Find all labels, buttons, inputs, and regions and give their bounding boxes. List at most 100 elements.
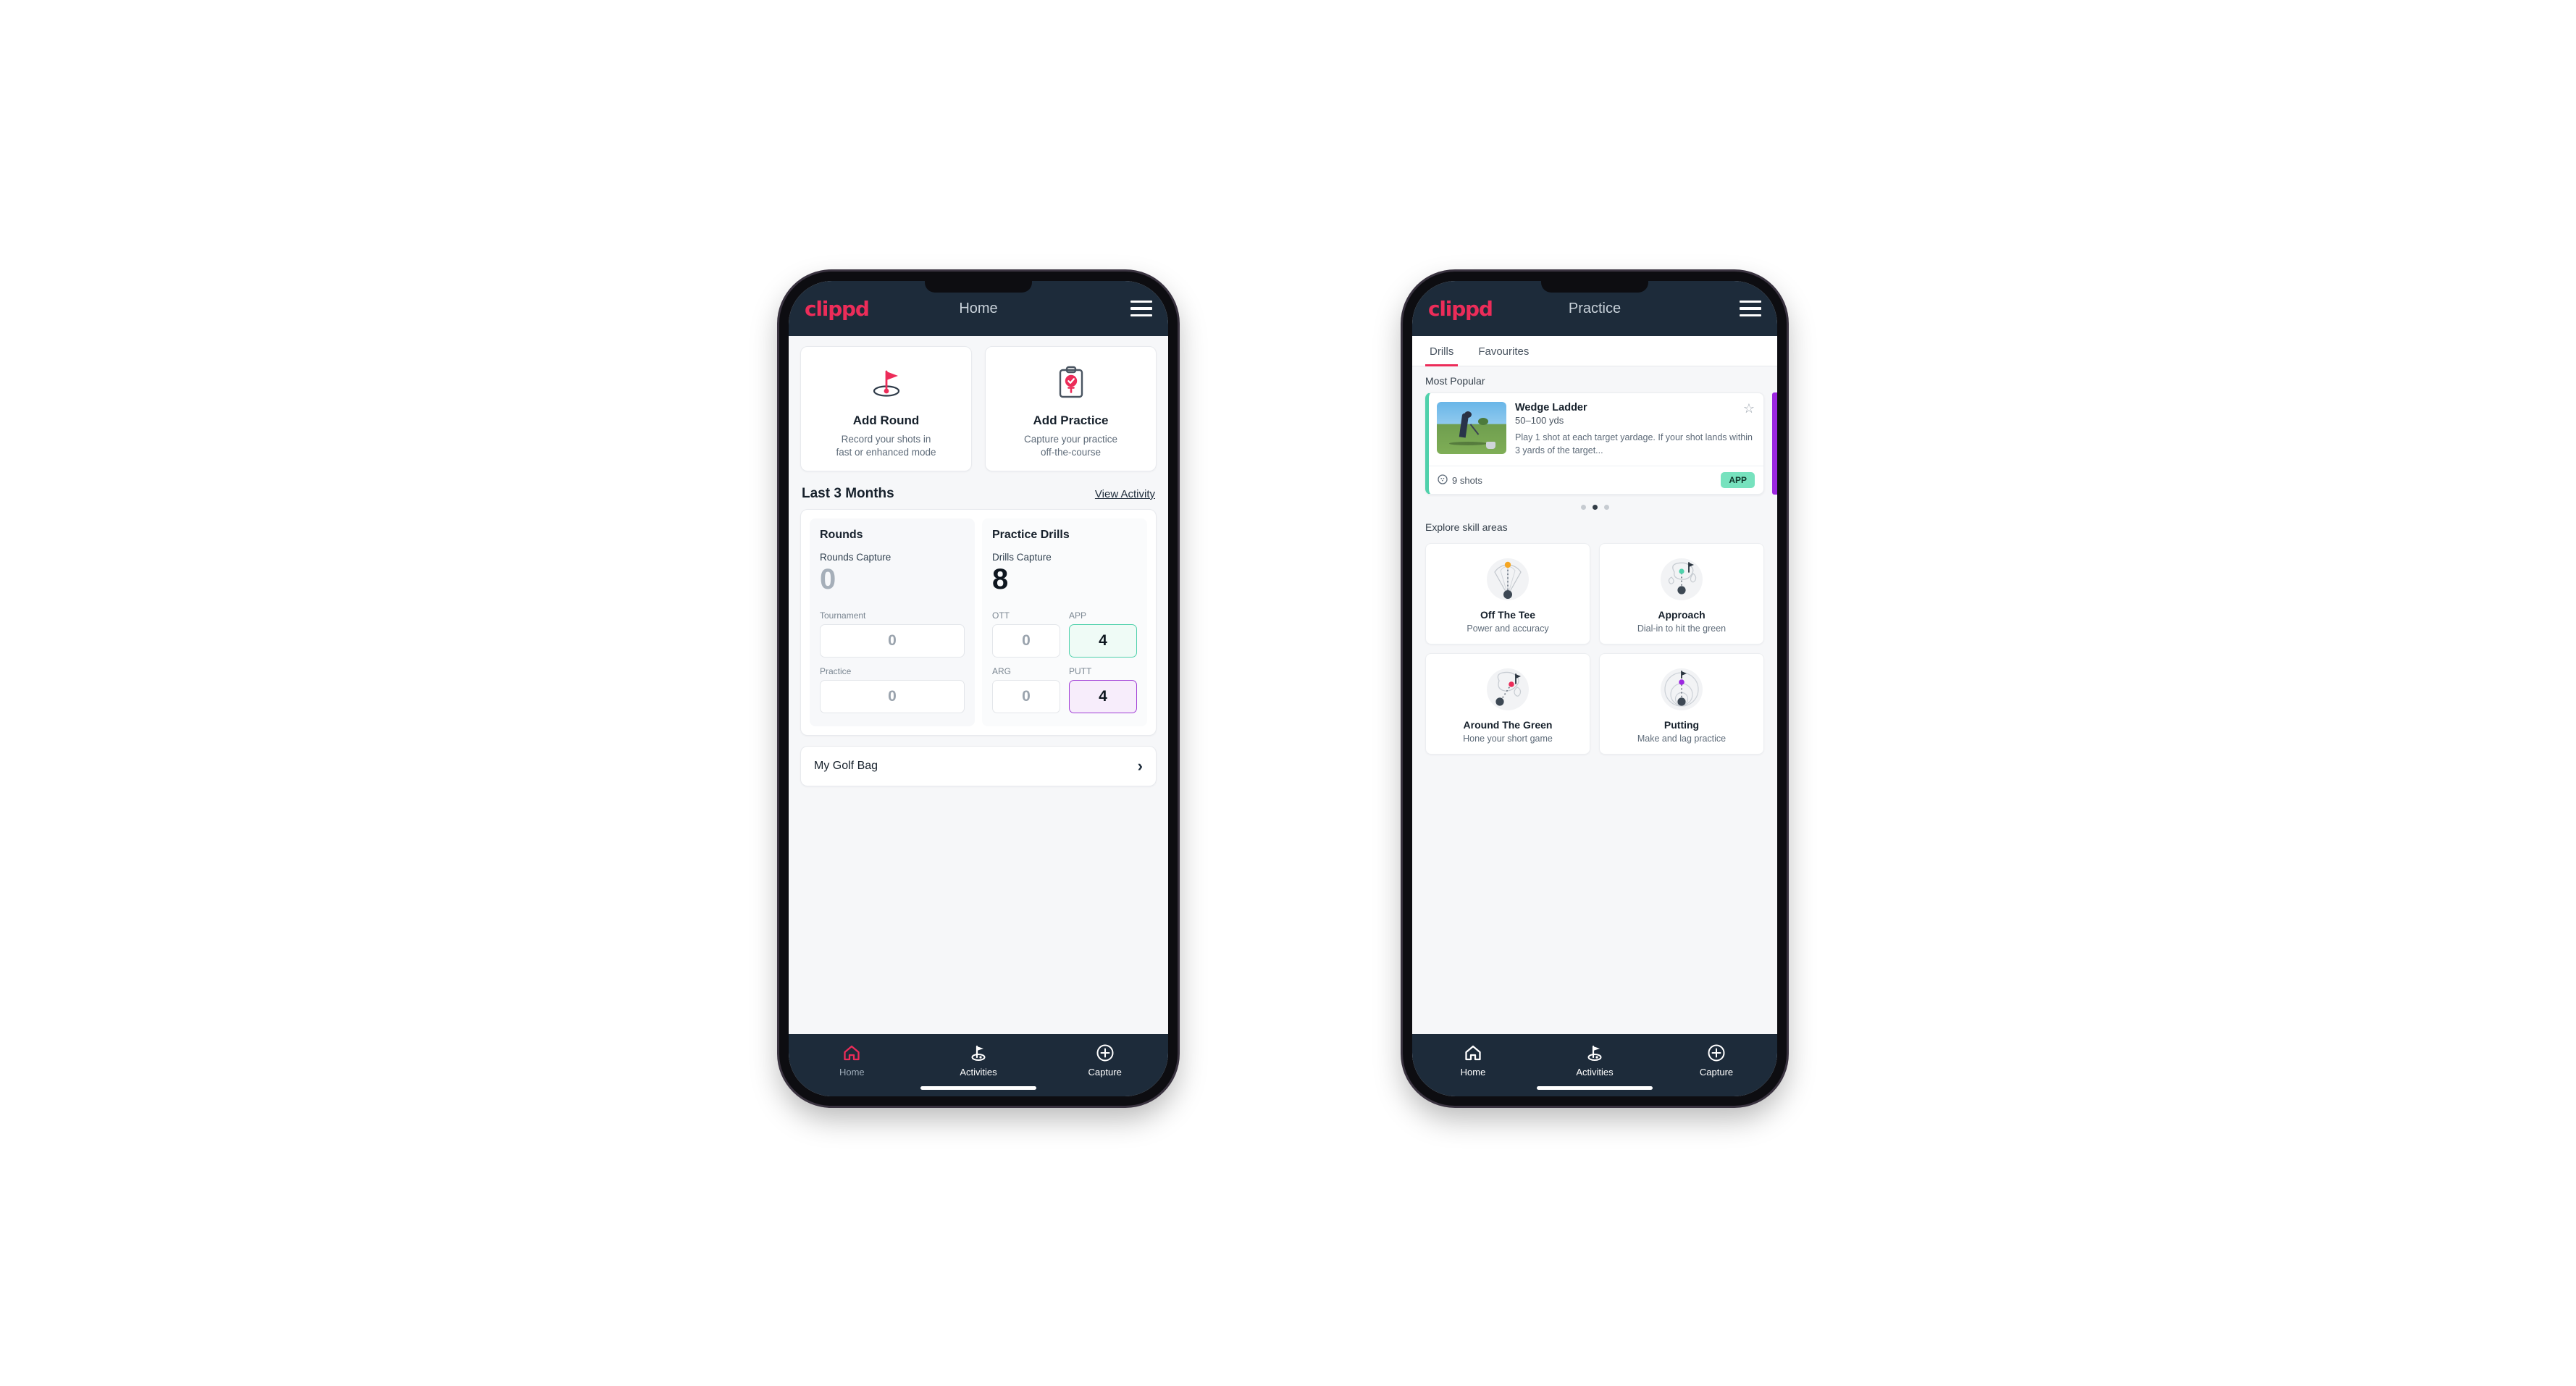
section-title: Last 3 Months bbox=[802, 486, 894, 502]
arg-value[interactable]: 0 bbox=[992, 680, 1060, 714]
hamburger-icon[interactable] bbox=[1130, 300, 1152, 317]
arg-field: ARG 0 bbox=[992, 666, 1060, 714]
drill-carousel[interactable]: Wedge Ladder 50–100 yds ☆ Play 1 shot at… bbox=[1412, 392, 1777, 495]
drill-yardage: 50–100 yds bbox=[1515, 415, 1564, 426]
ott-value[interactable]: 0 bbox=[992, 624, 1060, 658]
phone2-screen: clippd Practice Drills Favourites Most P… bbox=[1412, 281, 1777, 1096]
skill-title-approach: Approach bbox=[1658, 609, 1706, 621]
tournament-label: Tournament bbox=[820, 610, 866, 621]
tab-favourites[interactable]: Favourites bbox=[1474, 336, 1533, 366]
hamburger-icon[interactable] bbox=[1740, 300, 1761, 317]
explore-skill-areas-label: Explore skill areas bbox=[1425, 521, 1508, 534]
phone1-content: Add Round Record your shots in fast or e… bbox=[789, 336, 1168, 1034]
skill-card-off-the-tee[interactable]: Off The Tee Power and accuracy bbox=[1425, 543, 1590, 645]
nav-item-activities[interactable]: Activities bbox=[1534, 1043, 1656, 1078]
drill-shots: 9 shots bbox=[1438, 474, 1482, 487]
phone2-content: Most Popular Wedge Ladder 50–100 yds ☆ P… bbox=[1412, 366, 1777, 1034]
green-approach-icon bbox=[1606, 553, 1758, 606]
my-golf-bag-row[interactable]: My Golf Bag › bbox=[800, 746, 1157, 787]
chevron-right-icon: › bbox=[1137, 757, 1143, 776]
add-practice-title: Add Practice bbox=[1033, 413, 1109, 427]
drill-meta: Wedge Ladder 50–100 yds ☆ Play 1 shot at… bbox=[1515, 402, 1755, 457]
device-notch bbox=[1541, 281, 1648, 293]
home-icon bbox=[789, 1043, 915, 1063]
home-icon bbox=[1412, 1043, 1534, 1063]
skill-card-putting[interactable]: Putting Make and lag practice bbox=[1599, 653, 1764, 755]
skill-sub-off-the-tee: Power and accuracy bbox=[1467, 623, 1549, 634]
carousel-dots bbox=[1412, 495, 1777, 513]
drill-name: Wedge Ladder bbox=[1515, 402, 1587, 413]
nav-item-home[interactable]: Home bbox=[789, 1043, 915, 1078]
carousel-dot-3[interactable] bbox=[1603, 505, 1609, 511]
home-indicator bbox=[920, 1086, 1036, 1090]
nav-item-activities[interactable]: Activities bbox=[915, 1043, 1042, 1078]
carousel-dot-2[interactable] bbox=[1592, 505, 1598, 511]
putting-rings-icon bbox=[1606, 663, 1758, 716]
skill-card-around-the-green[interactable]: Around The Green Hone your short game bbox=[1425, 653, 1590, 755]
phone-device-practice: clippd Practice Drills Favourites Most P… bbox=[1403, 272, 1787, 1106]
phone1-bottom-nav: Home Activities Capture bbox=[789, 1034, 1168, 1096]
practice-value[interactable]: 0 bbox=[820, 680, 965, 714]
skill-sub-approach: Dial-in to hit the green bbox=[1637, 623, 1727, 634]
plus-circle-icon bbox=[1041, 1043, 1168, 1063]
view-activity-link[interactable]: View Activity bbox=[1095, 488, 1155, 500]
golf-flag-icon bbox=[1534, 1043, 1656, 1063]
drills-capture-label: Drills Capture bbox=[992, 552, 1052, 563]
drills-row-2: ARG 0 PUTT 4 bbox=[992, 666, 1137, 714]
golf-ball-icon bbox=[1438, 474, 1448, 487]
skill-sub-around-the-green: Hone your short game bbox=[1463, 734, 1553, 744]
rounds-title: Rounds bbox=[820, 529, 863, 542]
add-practice-subtitle-2: off-the-course bbox=[1040, 447, 1102, 458]
skill-title-off-the-tee: Off The Tee bbox=[1480, 609, 1535, 621]
most-popular-label: Most Popular bbox=[1425, 375, 1485, 387]
nav-label-home: Home bbox=[839, 1067, 865, 1078]
ott-field: OTT 0 bbox=[992, 610, 1060, 658]
nav-label-activities: Activities bbox=[960, 1067, 997, 1078]
clipboard-check-tee-icon bbox=[993, 360, 1149, 405]
tournament-field: Tournament 0 bbox=[820, 610, 965, 658]
rounds-capture-value: 0 bbox=[820, 563, 836, 596]
add-practice-subtitle-1: Capture your practice bbox=[1023, 434, 1118, 445]
chip-green-icon bbox=[1432, 663, 1584, 716]
nav-item-capture[interactable]: Capture bbox=[1041, 1043, 1168, 1078]
practice-drills-column: Practice Drills Drills Capture 8 OTT 0 A… bbox=[982, 518, 1147, 727]
skill-title-putting: Putting bbox=[1664, 719, 1700, 731]
last-3-months-header: Last 3 Months View Activity bbox=[789, 471, 1168, 509]
quick-actions-row: Add Round Record your shots in fast or e… bbox=[789, 336, 1168, 472]
putt-label: PUTT bbox=[1069, 666, 1092, 677]
golf-flag-hole-icon bbox=[808, 360, 964, 405]
screenshot-canvas: clippd Home Add Round Record your shots … bbox=[0, 0, 2576, 1386]
stats-card: Rounds Rounds Capture 0 Tournament 0 Pra… bbox=[800, 509, 1157, 736]
arg-label: ARG bbox=[992, 666, 1012, 677]
tab-drills[interactable]: Drills bbox=[1425, 336, 1459, 366]
my-golf-bag-label: My Golf Bag bbox=[814, 760, 878, 773]
carousel-dot-1[interactable] bbox=[1580, 505, 1586, 511]
putt-value[interactable]: 4 bbox=[1069, 680, 1137, 714]
nav-item-capture[interactable]: Capture bbox=[1656, 1043, 1777, 1078]
practice-field: Practice 0 bbox=[820, 666, 965, 714]
add-round-subtitle-1: Record your shots in bbox=[841, 434, 931, 445]
nav-item-home[interactable]: Home bbox=[1412, 1043, 1534, 1078]
drills-capture-value: 8 bbox=[992, 563, 1009, 596]
clippd-logo[interactable]: clippd bbox=[1428, 297, 1493, 321]
rounds-column: Rounds Rounds Capture 0 Tournament 0 Pra… bbox=[810, 518, 975, 727]
practice-label: Practice bbox=[820, 666, 852, 677]
add-practice-card[interactable]: Add Practice Capture your practice off-t… bbox=[985, 346, 1157, 472]
add-round-card[interactable]: Add Round Record your shots in fast or e… bbox=[800, 346, 972, 472]
nav-label-activities: Activities bbox=[1576, 1067, 1614, 1078]
next-card-peek[interactable] bbox=[1772, 392, 1777, 495]
clippd-logo[interactable]: clippd bbox=[805, 297, 870, 321]
drill-card-footer: 9 shots APP bbox=[1429, 466, 1763, 494]
app-value[interactable]: 4 bbox=[1069, 624, 1137, 658]
drill-card-body: Wedge Ladder 50–100 yds ☆ Play 1 shot at… bbox=[1429, 393, 1763, 466]
drill-card-wedge-ladder[interactable]: Wedge Ladder 50–100 yds ☆ Play 1 shot at… bbox=[1425, 392, 1764, 495]
practice-drills-title: Practice Drills bbox=[992, 529, 1070, 542]
tournament-value[interactable]: 0 bbox=[820, 624, 965, 658]
rounds-capture-label: Rounds Capture bbox=[820, 552, 891, 563]
star-outline-icon[interactable]: ☆ bbox=[1743, 402, 1755, 415]
plus-circle-icon bbox=[1656, 1043, 1777, 1063]
skill-card-approach[interactable]: Approach Dial-in to hit the green bbox=[1599, 543, 1764, 645]
ott-label: OTT bbox=[992, 610, 1010, 621]
app-label: APP bbox=[1069, 610, 1087, 621]
practice-tabs: Drills Favourites bbox=[1412, 336, 1777, 366]
